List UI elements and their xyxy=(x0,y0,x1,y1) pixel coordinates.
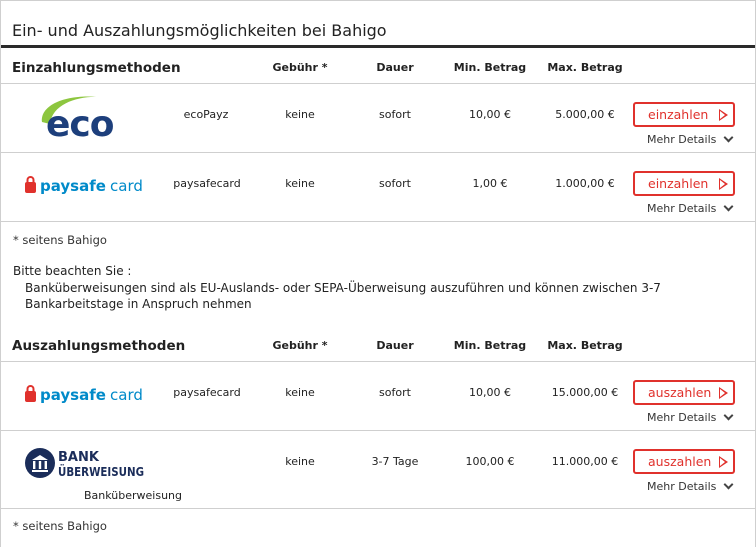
min-amount: 100,00 € xyxy=(465,455,515,468)
withdraw-button-label: auszahlen xyxy=(648,454,712,469)
bank-transfer-logo: BANK ÜBERWEISUNG xyxy=(25,448,144,479)
title-divider xyxy=(1,45,755,48)
fee-value: keine xyxy=(285,177,315,190)
duration-value: 3-7 Tage xyxy=(371,455,419,468)
svg-text:ÜBERWEISUNG: ÜBERWEISUNG xyxy=(58,464,144,479)
withdraw-button-bank-transfer[interactable]: auszahlen xyxy=(633,449,735,474)
deposit-button-paysafecard[interactable]: einzahlen xyxy=(633,171,735,196)
deposit-button-ecopayz[interactable]: einzahlen xyxy=(633,102,735,127)
duration-value: sofort xyxy=(379,386,411,399)
row-divider xyxy=(1,83,755,84)
col-header-fee: Gebühr * xyxy=(272,339,328,352)
play-arrow-icon xyxy=(719,387,728,399)
play-arrow-icon xyxy=(719,456,728,468)
row-divider xyxy=(1,508,755,509)
ecopayz-logo: eco xyxy=(41,96,115,140)
row-divider xyxy=(1,430,755,431)
max-amount: 1.000,00 € xyxy=(555,177,615,190)
max-amount: 5.000,00 € xyxy=(555,108,615,121)
method-name: paysafecard xyxy=(173,386,241,399)
col-header-min: Min. Betrag xyxy=(453,339,527,352)
row-divider xyxy=(1,152,755,153)
withdraw-button-paysafecard[interactable]: auszahlen xyxy=(633,380,735,405)
notice-text: Banküberweisungen sind als EU-Auslands- … xyxy=(25,281,661,311)
deposit-button-label: einzahlen xyxy=(648,176,709,191)
more-details-link[interactable]: Mehr Details xyxy=(647,411,716,424)
withdrawal-heading: Auszahlungsmethoden xyxy=(12,338,186,354)
method-name: ecoPayz xyxy=(183,108,229,121)
play-arrow-icon xyxy=(719,109,728,121)
svg-text:BANK: BANK xyxy=(58,450,100,465)
fee-value: keine xyxy=(285,455,315,468)
more-details-link[interactable]: Mehr Details xyxy=(647,133,716,146)
fee-value: keine xyxy=(285,386,315,399)
method-name: paysafecard xyxy=(173,177,241,190)
more-details-link[interactable]: Mehr Details xyxy=(647,480,716,493)
deposit-button-label: einzahlen xyxy=(648,107,709,122)
paysafecard-logo: paysafe card xyxy=(25,176,143,195)
duration-value: sofort xyxy=(379,108,411,121)
max-amount: 11.000,00 € xyxy=(551,455,619,468)
svg-text:card: card xyxy=(110,177,143,195)
row-divider xyxy=(1,221,755,222)
svg-text:card: card xyxy=(110,386,143,404)
col-header-max: Max. Betrag xyxy=(547,339,623,352)
deposit-heading: Einzahlungsmethoden xyxy=(12,60,181,76)
col-header-duration: Dauer xyxy=(376,339,414,352)
svg-text:paysafe: paysafe xyxy=(40,386,106,404)
col-header-max: Max. Betrag xyxy=(547,61,623,74)
max-amount: 15.000,00 € xyxy=(551,386,619,399)
svg-text:paysafe: paysafe xyxy=(40,177,106,195)
footnote: * seitens Bahigo xyxy=(13,233,107,247)
min-amount: 10,00 € xyxy=(469,386,511,399)
fee-value: keine xyxy=(285,108,315,121)
footnote: * seitens Bahigo xyxy=(13,519,107,533)
svg-text:eco: eco xyxy=(46,104,114,140)
col-header-fee: Gebühr * xyxy=(272,61,328,74)
withdraw-button-label: auszahlen xyxy=(648,385,712,400)
paysafecard-logo: paysafe card xyxy=(25,385,143,404)
play-arrow-icon xyxy=(719,178,728,190)
notice-heading: Bitte beachten Sie : xyxy=(13,264,132,278)
page-title: Ein- und Auszahlungsmöglichkeiten bei Ba… xyxy=(12,21,387,40)
more-details-link[interactable]: Mehr Details xyxy=(647,202,716,215)
min-amount: 1,00 € xyxy=(472,177,508,190)
min-amount: 10,00 € xyxy=(469,108,511,121)
col-header-min: Min. Betrag xyxy=(453,61,527,74)
duration-value: sofort xyxy=(379,177,411,190)
col-header-duration: Dauer xyxy=(376,61,414,74)
row-divider xyxy=(1,361,755,362)
method-name: Banküberweisung xyxy=(83,489,182,502)
